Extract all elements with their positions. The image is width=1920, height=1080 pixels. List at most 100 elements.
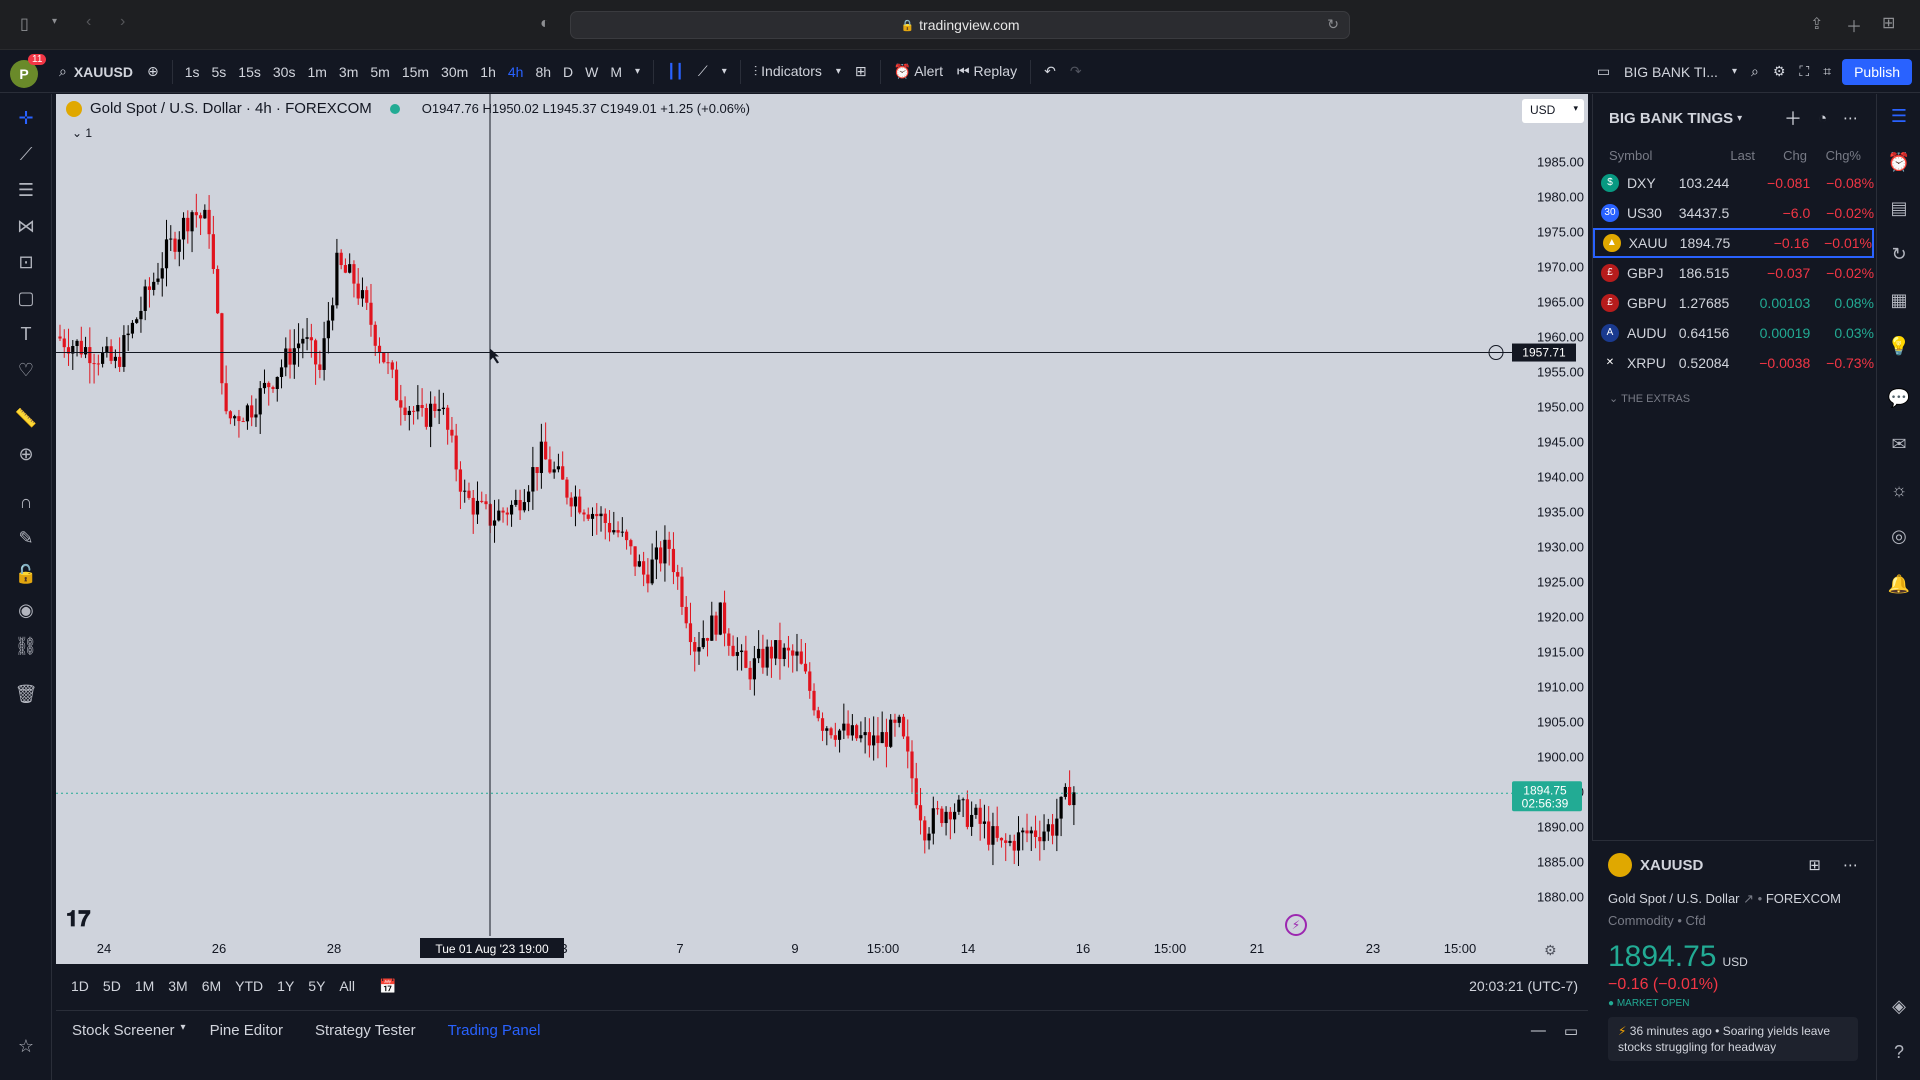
camera-icon[interactable]: ⌗ — [1816, 63, 1838, 80]
candlestick-chart[interactable]: 1985.00 1980.00 1975.00 1970.00 1965.00 1960.… — [56, 94, 1588, 964]
advanced-view-icon[interactable]: ◔ — [1818, 110, 1827, 127]
column-symbol[interactable]: Symbol — [1609, 148, 1687, 163]
back-icon[interactable]: ‹ — [86, 13, 91, 31]
chat-icon[interactable]: 💬 — [1887, 386, 1911, 410]
address-bar[interactable]: 🔒 tradingview.com ↻ — [570, 11, 1350, 39]
chart-pane[interactable]: 1985.00 1980.00 1975.00 1970.00 1965.00 1960.… — [56, 94, 1588, 964]
watchlist-title[interactable]: BIG BANK TINGS — [1609, 110, 1733, 127]
tab-trading-panel[interactable]: Trading Panel — [432, 1022, 557, 1039]
hotlist-icon[interactable]: ↻ — [1887, 242, 1911, 266]
fullscreen-icon[interactable]: ⛶ — [1792, 63, 1816, 80]
interval-5s[interactable]: 5s — [206, 64, 233, 80]
indicators-collapse[interactable]: ⌄ 1 — [72, 126, 92, 140]
chevron-down-icon[interactable]: ▾ — [628, 66, 647, 77]
range-ytd[interactable]: YTD — [228, 978, 270, 994]
interval-4h[interactable]: 4h — [502, 64, 530, 80]
range-all[interactable]: All — [332, 978, 362, 994]
interval-3m[interactable]: 3m — [333, 64, 364, 80]
publish-button[interactable]: Publish — [1842, 58, 1912, 85]
undo-icon[interactable]: ↶ — [1037, 63, 1063, 80]
layout-name[interactable]: BIG BANK TI... — [1617, 64, 1725, 80]
watchlist-row[interactable]: £ GBPJ 186.515 −0.037 −0.02% — [1593, 258, 1874, 288]
interval-5m[interactable]: 5m — [364, 64, 395, 80]
forecast-icon[interactable]: ⊡ — [14, 250, 38, 274]
details-symbol[interactable]: XAUUSD — [1640, 857, 1703, 874]
interval-1h[interactable]: 1h — [474, 64, 502, 80]
clock[interactable]: 20:03:21 (UTC-7) — [1469, 978, 1578, 994]
chevron-down-icon[interactable]: ▾ — [181, 1022, 186, 1039]
interval-D[interactable]: D — [557, 64, 579, 80]
notifications-icon[interactable]: 🔔 — [1887, 572, 1911, 596]
quick-search-icon[interactable]: ⌕ — [1744, 63, 1766, 80]
interval-1s[interactable]: 1s — [179, 64, 206, 80]
search-icon[interactable]: ⌕ — [52, 63, 74, 80]
trend-line-icon[interactable]: ⟋ — [14, 142, 38, 166]
tab-overview-icon[interactable]: ⊞ — [1882, 13, 1895, 33]
watchlist-row[interactable]: £ GBPU 1.27685 0.00103 0.08% — [1593, 288, 1874, 318]
chevron-down-icon[interactable]: ▾ — [829, 66, 848, 77]
column-last[interactable]: Last — [1687, 148, 1755, 163]
pattern-icon[interactable]: ⋈ — [14, 214, 38, 238]
interval-1m[interactable]: 1m — [301, 64, 332, 80]
share-icon[interactable]: ⇪ — [1810, 14, 1823, 34]
watchlist-row[interactable]: A AUDU 0.64156 0.00019 0.03% — [1593, 318, 1874, 348]
calendar-icon[interactable]: 📅 — [372, 978, 403, 995]
zoom-in-icon[interactable]: ⊕ — [14, 442, 38, 466]
help-icon[interactable]: ? — [1887, 1040, 1911, 1064]
interval-30s[interactable]: 30s — [267, 64, 302, 80]
interval-W[interactable]: W — [579, 64, 604, 80]
layout-icon[interactable]: ▭ — [1590, 63, 1617, 80]
section-header[interactable]: ⌄ THE EXTRAS — [1593, 378, 1874, 405]
news-item[interactable]: ⚡ 36 minutes ago • Soaring yields leave … — [1608, 1017, 1858, 1061]
candles-icon[interactable]: ┃┃ — [660, 63, 691, 80]
interval-8h[interactable]: 8h — [529, 64, 557, 80]
lock-icon[interactable]: 🔓 — [14, 562, 38, 586]
details-name[interactable]: Gold Spot / U.S. Dollar — [1608, 891, 1740, 906]
star-icon[interactable]: ☆ — [14, 1034, 38, 1058]
forward-icon[interactable]: › — [120, 13, 125, 31]
range-3m[interactable]: 3M — [161, 978, 194, 994]
external-link-icon[interactable]: ↗ — [1743, 891, 1758, 906]
eye-icon[interactable]: ◉ — [14, 598, 38, 622]
avatar[interactable]: P 11 — [10, 53, 47, 88]
layers-icon[interactable]: ◈ — [1887, 994, 1911, 1018]
watchlist-row[interactable]: ✕ XRPU 0.52084 −0.0038 −0.73% — [1593, 348, 1874, 378]
indicators-button[interactable]: ⫶ Indicators — [747, 63, 829, 80]
lightning-icon[interactable]: ⚡ — [1285, 914, 1307, 936]
currency-select[interactable]: USD ▾ — [1522, 99, 1584, 123]
tab-strategy-tester[interactable]: Strategy Tester — [299, 1022, 432, 1039]
link-icon[interactable]: ⛓ — [14, 634, 38, 658]
tab-pine-editor[interactable]: Pine Editor — [194, 1022, 299, 1039]
minimize-icon[interactable]: — — [1523, 1022, 1554, 1039]
redo-icon[interactable]: ↷ — [1063, 63, 1089, 80]
more-icon[interactable]: ⋯ — [1843, 856, 1858, 874]
watchlist-row[interactable]: $ DXY 103.244 −0.081 −0.08% — [1593, 168, 1874, 198]
range-1m[interactable]: 1M — [128, 978, 161, 994]
more-icon[interactable]: ⋯ — [1843, 109, 1858, 127]
watchlist-icon[interactable]: ☰ — [1887, 104, 1911, 128]
calendar-icon[interactable]: ▦ — [1887, 288, 1911, 312]
column-chg[interactable]: Chg — [1755, 148, 1807, 163]
magnet-icon[interactable]: ∩ — [14, 490, 38, 514]
range-1y[interactable]: 1Y — [270, 978, 301, 994]
compare-add-icon[interactable]: ⊕ — [140, 63, 166, 80]
grid-icon[interactable]: ⊞ — [1808, 856, 1821, 874]
ideas-icon[interactable]: 💡 — [1887, 334, 1911, 358]
sidebar-toggle-icon[interactable]: ▯ — [20, 14, 29, 34]
text-icon[interactable]: T — [14, 322, 38, 346]
gear-icon[interactable]: ⚙ — [1766, 63, 1793, 80]
crosshair-icon[interactable]: ✛ — [14, 106, 38, 130]
data-window-icon[interactable]: ▤ — [1887, 196, 1911, 220]
reload-icon[interactable]: ↻ — [1327, 16, 1339, 33]
shapes-icon[interactable]: ▢ — [14, 286, 38, 310]
range-5d[interactable]: 5D — [96, 978, 128, 994]
broadcast-icon[interactable]: ◎ — [1887, 524, 1911, 548]
chevron-down-icon[interactable]: ▾ — [715, 66, 734, 77]
templates-icon[interactable]: ⊞ — [848, 63, 874, 80]
symbol-search[interactable]: XAUUSD — [74, 64, 140, 80]
range-5y[interactable]: 5Y — [301, 978, 332, 994]
alerts-icon[interactable]: ⏰ — [1887, 150, 1911, 174]
range-1d[interactable]: 1D — [64, 978, 96, 994]
messages-icon[interactable]: ✉ — [1887, 432, 1911, 456]
watchlist-row[interactable]: 30 US30 34437.5 −6.0 −0.02% — [1593, 198, 1874, 228]
